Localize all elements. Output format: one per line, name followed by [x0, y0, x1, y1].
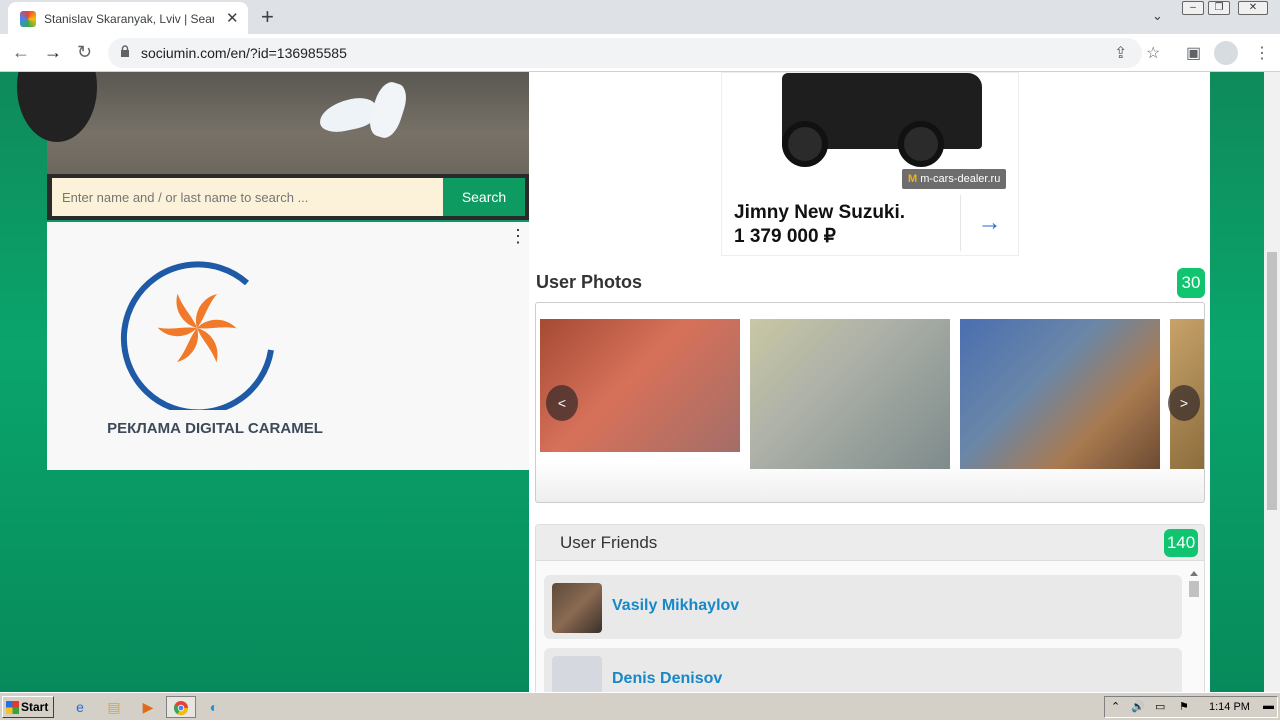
- car-image: M m-cars-dealer.ru: [722, 73, 1018, 193]
- user-friends-title: User Friends: [560, 533, 658, 552]
- page-scrollbar-thumb[interactable]: [1267, 252, 1277, 510]
- show-desktop-icon[interactable]: ▬: [1263, 700, 1274, 712]
- flag-notification-icon[interactable]: ⚑: [1179, 700, 1189, 713]
- page-scrollbar[interactable]: [1264, 72, 1280, 692]
- car-wheel-shape: [782, 121, 828, 167]
- system-tray: ⌃ 🔊 ▭ ⚑ 1:14 PM ▬: [1104, 696, 1278, 718]
- media-player-icon[interactable]: ▶: [136, 696, 160, 718]
- restore-icon[interactable]: ❐: [1208, 1, 1230, 15]
- user-friends-header: User Friends 140: [536, 525, 1204, 561]
- car-advertisement[interactable]: M m-cars-dealer.ru Jimny New Suzuki. 1 3…: [721, 72, 1019, 256]
- friend-list-item[interactable]: Vasily Mikhaylov: [544, 575, 1182, 639]
- user-friends-panel: User Friends 140 Vasily Mikhaylov Denis …: [535, 524, 1205, 692]
- start-label: Start: [21, 700, 49, 714]
- address-bar[interactable]: sociumin.com/en/?id=136985585: [108, 38, 1142, 68]
- photos-count-badge: 30: [1177, 268, 1205, 298]
- file-explorer-icon[interactable]: ▤: [102, 696, 126, 718]
- car-ad-price: 1 379 000 ₽: [734, 226, 836, 247]
- hero-shoe-shape: [365, 78, 411, 142]
- search-bar: Search: [47, 174, 529, 220]
- ad-caption: РЕКЛАМА DIGITAL CARAMEL: [107, 420, 323, 437]
- chrome-icon[interactable]: [166, 696, 196, 718]
- volume-icon[interactable]: 🔊: [1131, 700, 1145, 713]
- new-tab-icon[interactable]: +: [261, 4, 274, 30]
- carousel-prev-button[interactable]: <: [546, 385, 578, 421]
- edge-icon[interactable]: ◐: [202, 696, 226, 718]
- car-wheel-shape: [898, 121, 944, 167]
- friend-name-link[interactable]: Denis Denisov: [612, 670, 722, 688]
- ad-source-label: M m-cars-dealer.ru: [902, 169, 1007, 189]
- search-input[interactable]: [52, 178, 443, 216]
- default-avatar-icon[interactable]: [552, 656, 602, 692]
- friends-count-badge: 140: [1164, 529, 1198, 557]
- browser-tab[interactable]: Stanislav Skaranyak, Lviv | Search In ✕: [8, 2, 248, 34]
- friend-name-link[interactable]: Vasily Mikhaylov: [612, 597, 739, 615]
- ad-options-icon[interactable]: ⋮: [509, 226, 527, 247]
- start-button[interactable]: Start: [2, 696, 54, 718]
- browser-tab-bar: Stanislav Skaranyak, Lviv | Search In ✕ …: [0, 0, 1280, 34]
- anyrun-watermark: ANY RUN: [1036, 682, 1259, 692]
- internet-explorer-icon[interactable]: e: [68, 696, 92, 718]
- search-button[interactable]: Search: [443, 178, 525, 216]
- user-photos-title: User Photos: [536, 272, 643, 292]
- browser-menu-icon[interactable]: ⋮: [1254, 43, 1270, 63]
- site-favicon-icon: [20, 11, 36, 27]
- photo-carousel: < >: [535, 302, 1205, 503]
- digital-caramel-logo: [120, 261, 274, 410]
- windows-flag-icon: [6, 701, 19, 714]
- user-photo[interactable]: [960, 319, 1160, 469]
- friend-avatar[interactable]: [552, 583, 602, 633]
- left-column: Search ⋮ РЕКЛАМА DIGITAL CARAMEL: [17, 72, 529, 692]
- minimize-icon[interactable]: –: [1182, 1, 1204, 15]
- web-page: Search ⋮ РЕКЛАМА DIGITAL CARAMEL: [0, 72, 1280, 692]
- windows-taskbar: Start e ▤ ▶ ◐ ⌃ 🔊 ▭ ⚑ 1:14 PM ▬: [0, 692, 1280, 720]
- user-photo[interactable]: [750, 319, 950, 469]
- back-arrow-icon[interactable]: ←: [12, 42, 30, 63]
- url-text: sociumin.com/en/?id=136985585: [141, 45, 347, 61]
- user-photo[interactable]: [540, 319, 740, 452]
- car-ad-title: Jimny New Suzuki. 1 379 000 ₽: [734, 201, 954, 249]
- tab-title: Stanislav Skaranyak, Lviv | Search In: [44, 12, 214, 26]
- profile-avatar-icon[interactable]: [1214, 41, 1238, 65]
- right-column: M m-cars-dealer.ru Jimny New Suzuki. 1 3…: [529, 72, 1210, 692]
- ad-source-domain: m-cars-dealer.ru: [920, 173, 1001, 185]
- tray-expand-icon[interactable]: ⌃: [1111, 700, 1120, 713]
- friends-scrollbar[interactable]: [1188, 569, 1200, 692]
- tab-search-chevron-icon[interactable]: ⌄: [1152, 8, 1163, 24]
- taskbar-clock: 1:14 PM: [1209, 701, 1250, 713]
- m-logo-icon: M: [908, 173, 918, 185]
- bookmark-star-icon[interactable]: ☆: [1146, 43, 1160, 63]
- arrow-right-icon[interactable]: →: [960, 195, 1018, 251]
- advertisement-digital-caramel[interactable]: ⋮ РЕКЛАМА DIGITAL CARAMEL: [47, 222, 529, 470]
- side-panel-icon[interactable]: ▣: [1186, 43, 1201, 63]
- browser-toolbar: ← → ↻ sociumin.com/en/?id=136985585 ⇪ ☆ …: [0, 34, 1280, 72]
- reload-icon[interactable]: ↻: [77, 42, 92, 63]
- lock-icon: [121, 45, 129, 57]
- hero-image: [17, 72, 529, 174]
- share-icon[interactable]: ⇪: [1114, 43, 1127, 63]
- close-window-icon[interactable]: ✕: [1238, 1, 1268, 15]
- carousel-next-button[interactable]: >: [1168, 385, 1200, 421]
- car-ad-title-line1: Jimny New Suzuki.: [734, 202, 906, 223]
- close-tab-icon[interactable]: ✕: [226, 9, 239, 27]
- hero-tire-shape: [17, 72, 97, 142]
- network-icon[interactable]: ▭: [1155, 700, 1165, 713]
- forward-arrow-icon[interactable]: →: [44, 42, 62, 63]
